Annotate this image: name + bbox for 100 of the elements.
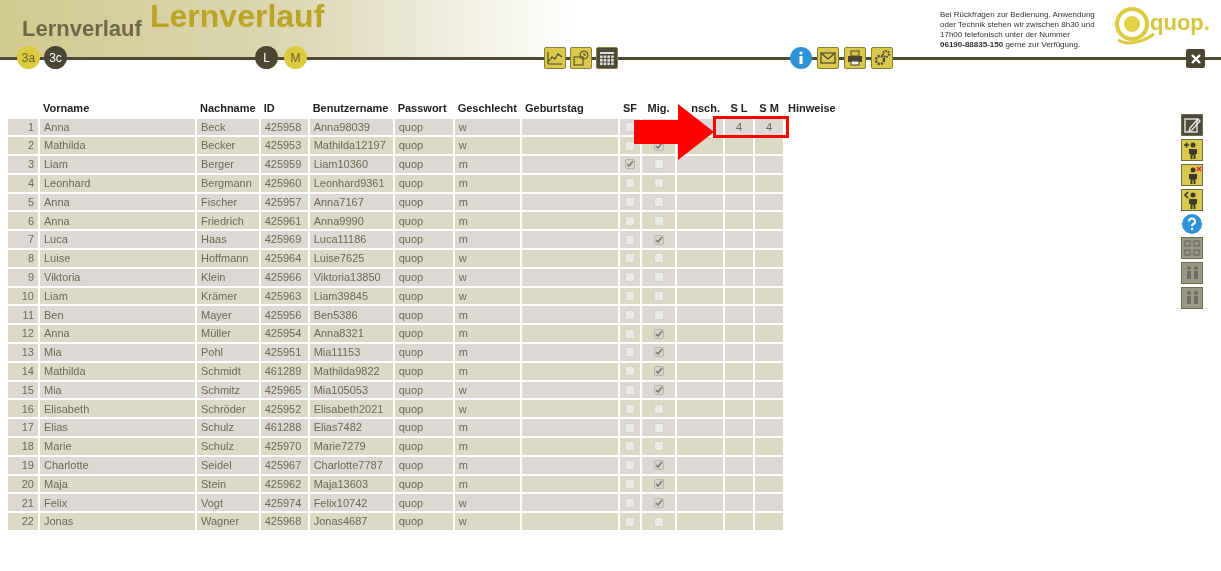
table-cell: Jonas: [40, 513, 195, 531]
settings-icon[interactable]: [871, 47, 893, 69]
checkbox[interactable]: [653, 253, 664, 264]
checkbox[interactable]: [625, 497, 635, 508]
checkbox[interactable]: [653, 385, 664, 396]
checkbox[interactable]: [653, 272, 664, 283]
table-cell: Mia: [40, 381, 195, 399]
table-cell: 425951: [260, 344, 308, 361]
remove-person-icon[interactable]: [1181, 164, 1203, 186]
subject-tab[interactable]: L: [255, 46, 278, 69]
checkbox[interactable]: [653, 479, 664, 490]
table-cell: quop: [394, 494, 453, 512]
column-header: S M: [759, 102, 779, 114]
checkbox[interactable]: [625, 215, 635, 226]
table-cell: w: [454, 400, 520, 418]
checkbox[interactable]: [653, 366, 664, 377]
checkbox[interactable]: [653, 328, 664, 339]
checkbox[interactable]: [625, 328, 635, 339]
row-number: 3: [8, 156, 38, 173]
checkbox[interactable]: [653, 234, 664, 245]
printer-icon[interactable]: [844, 47, 866, 69]
column-header: Nachname: [200, 102, 256, 114]
table-cell: Leonhard9361: [309, 174, 393, 192]
checkbox[interactable]: [625, 366, 635, 377]
checkbox[interactable]: [625, 441, 635, 452]
subject-tab[interactable]: M: [284, 46, 307, 69]
checkbox[interactable]: [625, 347, 635, 358]
checkbox[interactable]: [653, 291, 664, 302]
table-cell: quop: [394, 400, 453, 418]
checkbox[interactable]: [625, 140, 635, 151]
checkbox[interactable]: [625, 460, 635, 471]
table-cell: Liam10360: [309, 156, 393, 173]
table-cell: Schmitz: [197, 381, 259, 399]
checkbox[interactable]: [625, 385, 635, 396]
checkbox[interactable]: [653, 403, 664, 414]
table-cell: 461289: [260, 362, 308, 380]
table-cell: Charlotte: [40, 456, 195, 474]
table-cell: Elias7482: [309, 419, 393, 437]
close-button[interactable]: [1186, 49, 1205, 68]
class-tab[interactable]: 3c: [44, 46, 67, 69]
table-cell: Felix10742: [309, 494, 393, 512]
checkbox[interactable]: [625, 272, 635, 283]
checkbox[interactable]: [653, 159, 664, 170]
checkbox[interactable]: [625, 479, 635, 490]
row-number: 1: [8, 118, 38, 136]
checkbox[interactable]: [625, 234, 635, 245]
table-cell: quop: [394, 438, 453, 455]
table-cell: w: [454, 250, 520, 267]
table-cell: 425962: [260, 475, 308, 493]
checkbox[interactable]: [653, 197, 664, 208]
table-cell: m: [454, 193, 520, 211]
table-cell: Liam: [40, 287, 195, 305]
checkbox[interactable]: [625, 197, 635, 208]
class-tab[interactable]: 3a: [17, 46, 40, 69]
checkbox[interactable]: [653, 309, 664, 320]
table-cell: Mathilda: [40, 137, 195, 155]
checkbox[interactable]: [653, 516, 664, 527]
checkbox[interactable]: [653, 497, 664, 508]
edit-icon[interactable]: [1181, 114, 1203, 136]
calendar-clock-icon[interactable]: [570, 47, 592, 69]
table-cell: 425966: [260, 268, 308, 286]
checkbox[interactable]: [653, 178, 664, 189]
checkbox[interactable]: [653, 422, 664, 433]
checkbox[interactable]: [625, 159, 635, 170]
chart-icon[interactable]: [544, 47, 566, 69]
checkbox[interactable]: [625, 178, 635, 189]
back-person-icon[interactable]: [1181, 189, 1203, 211]
table-cell: w: [454, 513, 520, 531]
help-icon[interactable]: [1182, 214, 1202, 234]
calendar-icon[interactable]: [596, 47, 618, 69]
table-cell: Schröder: [197, 400, 259, 418]
mail-icon[interactable]: [817, 47, 839, 69]
table-cell: m: [454, 438, 520, 455]
table-cell: Ben5386: [309, 306, 393, 324]
checkbox[interactable]: [625, 422, 635, 433]
checkbox[interactable]: [653, 215, 664, 226]
table-cell: w: [454, 118, 520, 136]
table-cell: quop: [394, 174, 453, 192]
table-cell: quop: [394, 456, 453, 474]
column-header: Vorname: [43, 102, 90, 114]
checkbox[interactable]: [653, 347, 664, 358]
checkbox[interactable]: [625, 516, 635, 527]
table-cell: Mia: [40, 344, 195, 361]
checkbox[interactable]: [625, 253, 635, 264]
table-cell: Marie7279: [309, 438, 393, 455]
checkbox[interactable]: [625, 291, 635, 302]
checkbox[interactable]: [653, 441, 664, 452]
checkbox[interactable]: [625, 403, 635, 414]
table-cell: quop: [394, 156, 453, 173]
checkbox[interactable]: [625, 309, 635, 320]
table-cell: Anna8321: [309, 325, 393, 343]
table-cell: Friedrich: [197, 212, 259, 230]
checkbox[interactable]: [653, 460, 664, 471]
table-cell: quop: [394, 287, 453, 305]
table-cell: 425974: [260, 494, 308, 512]
table-cell: Schmidt: [197, 362, 259, 380]
close-icon: [1190, 53, 1201, 64]
row-number: 18: [8, 438, 38, 455]
info-icon[interactable]: [790, 47, 812, 69]
add-person-icon[interactable]: [1181, 139, 1203, 161]
